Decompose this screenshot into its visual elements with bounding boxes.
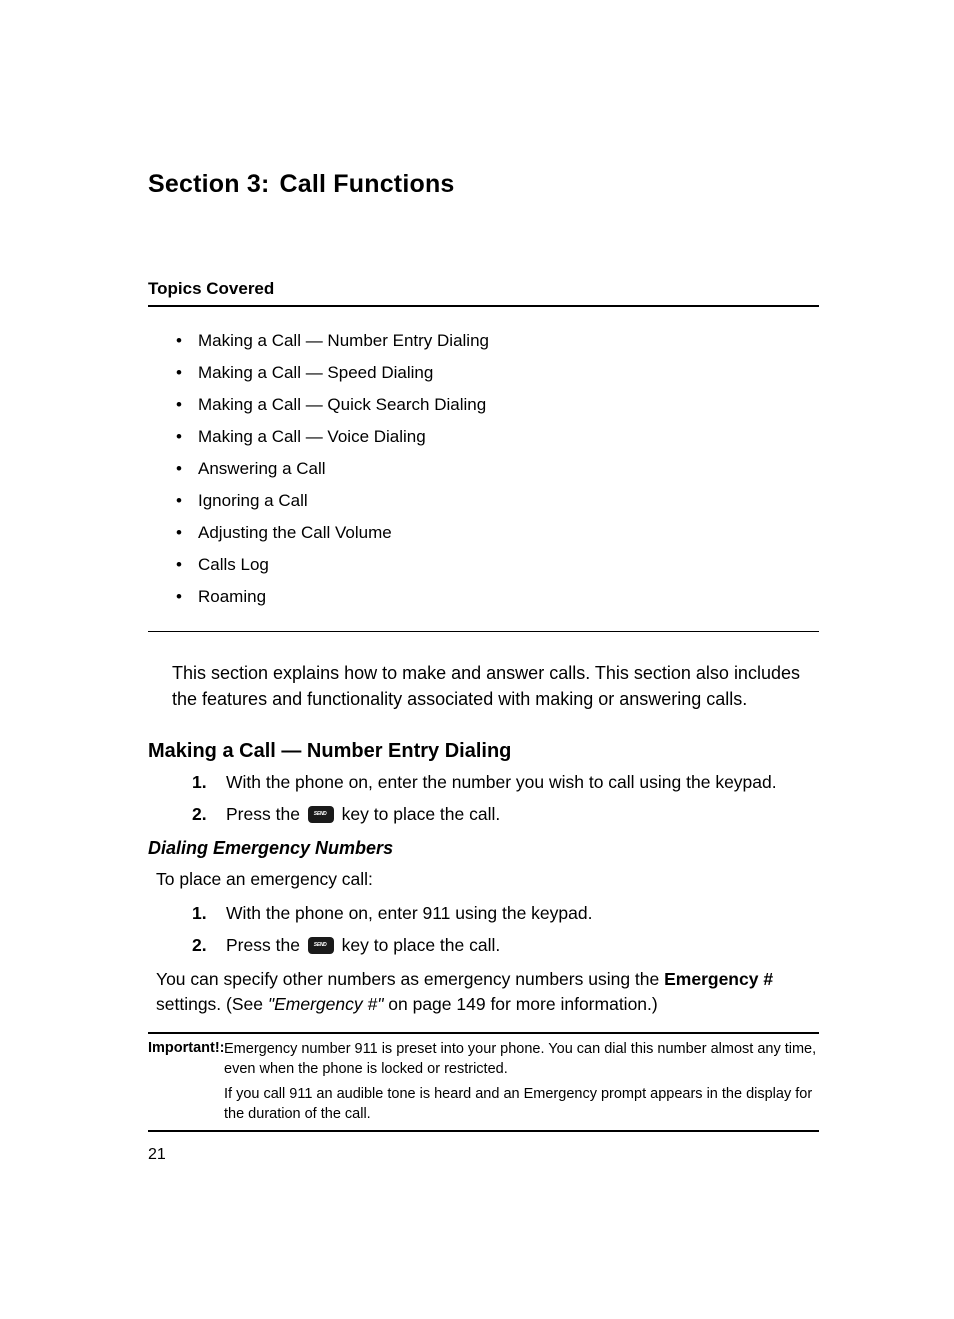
steps-emergency: With the phone on, enter 911 using the k… (148, 900, 819, 959)
topic-item: Calls Log (176, 555, 819, 575)
topics-covered-heading: Topics Covered (148, 279, 819, 307)
topic-item: Adjusting the Call Volume (176, 523, 819, 543)
topic-item: Making a Call — Quick Search Dialing (176, 395, 819, 415)
page-number: 21 (148, 1146, 819, 1164)
steps-number-entry: With the phone on, enter the number you … (148, 769, 819, 828)
emergency-tail: You can specify other numbers as emergen… (156, 967, 819, 1016)
heading-emergency-numbers: Dialing Emergency Numbers (148, 838, 819, 859)
note-text: Emergency number 911 is preset into your… (224, 1040, 819, 1079)
text-bold: Emergency # (664, 969, 773, 989)
emergency-lead: To place an emergency call: (156, 867, 819, 892)
text: You can specify other numbers as emergen… (156, 969, 664, 989)
divider (148, 631, 819, 632)
text: settings. (See (156, 994, 268, 1014)
heading-number-entry-dialing: Making a Call — Number Entry Dialing (148, 740, 819, 763)
send-key-icon (308, 937, 334, 954)
topics-list: Making a Call — Number Entry Dialing Mak… (176, 331, 819, 607)
text-italic-ref: "Emergency #" (268, 994, 384, 1014)
topic-item: Making a Call — Number Entry Dialing (176, 331, 819, 351)
step-item: Press the key to place the call. (226, 932, 819, 959)
step-text-a: Press the (226, 804, 305, 824)
topic-item: Ignoring a Call (176, 491, 819, 511)
note-label: Important!: (148, 1040, 218, 1079)
note-spacer (148, 1085, 218, 1124)
note-row: If you call 911 an audible tone is heard… (148, 1085, 819, 1124)
topic-item: Roaming (176, 587, 819, 607)
section-title: Section 3: Call Functions (148, 170, 819, 199)
step-item: With the phone on, enter 911 using the k… (226, 900, 819, 927)
note-row: Important!: Emergency number 911 is pres… (148, 1040, 819, 1079)
important-note: Important!: Emergency number 911 is pres… (148, 1040, 819, 1124)
title-prefix: Section 3: (148, 170, 269, 198)
divider (148, 1032, 819, 1034)
step-item: Press the key to place the call. (226, 801, 819, 828)
step-text-b: key to place the call. (337, 804, 500, 824)
section-intro: This section explains how to make and an… (172, 660, 819, 712)
text: on page 149 for more information.) (383, 994, 657, 1014)
step-item: With the phone on, enter the number you … (226, 769, 819, 796)
document-page: Section 3:Call Functions Topics Covered … (0, 0, 954, 1224)
title-main: Call Functions (279, 170, 454, 198)
note-text: If you call 911 an audible tone is heard… (224, 1085, 819, 1124)
topic-item: Making a Call — Speed Dialing (176, 363, 819, 383)
step-text-a: Press the (226, 935, 305, 955)
send-key-icon (308, 806, 334, 823)
topic-item: Answering a Call (176, 459, 819, 479)
step-text-b: key to place the call. (337, 935, 500, 955)
divider (148, 1130, 819, 1132)
topic-item: Making a Call — Voice Dialing (176, 427, 819, 447)
